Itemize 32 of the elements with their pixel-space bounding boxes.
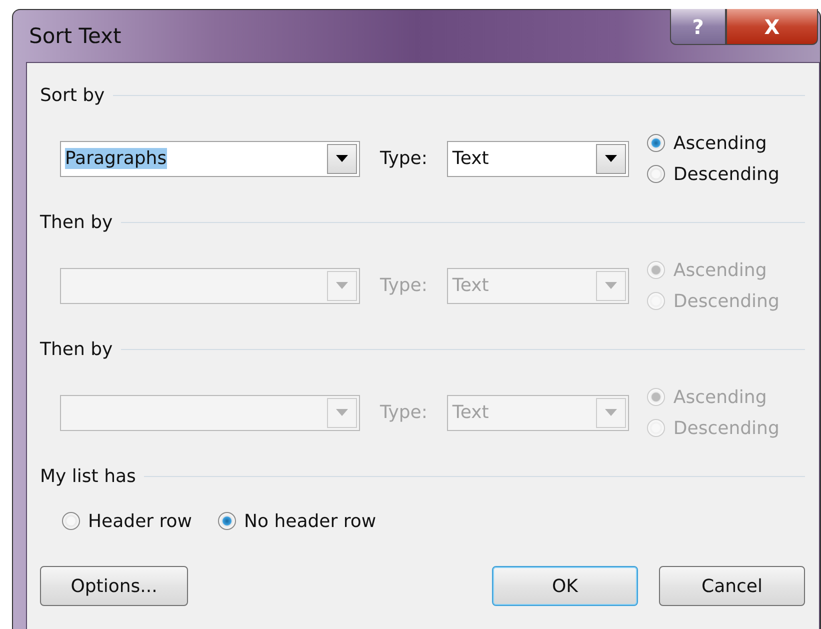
radio-label: Descending xyxy=(673,164,780,184)
dialog-button[interactable]: OK xyxy=(492,566,638,606)
section-heading: Then by xyxy=(40,212,113,232)
type-label: Type: xyxy=(380,275,428,296)
radio-label: Ascending xyxy=(673,386,767,408)
section-heading: My list has xyxy=(40,466,136,486)
radio-button[interactable] xyxy=(647,165,666,183)
radio-label: Ascending xyxy=(673,132,767,154)
sort-field-dropdown[interactable]: Paragraphs xyxy=(60,140,360,176)
section-heading: Sort by xyxy=(40,84,105,106)
radio-button[interactable] xyxy=(62,512,80,530)
radio-button[interactable] xyxy=(647,134,666,152)
radio-label: No header row xyxy=(244,510,376,532)
radio-label: Descending xyxy=(673,418,780,438)
type-label: Type: xyxy=(380,148,428,169)
section-heading: Then by xyxy=(40,338,113,360)
window-title: Sort Text xyxy=(29,24,122,48)
caret-down-icon xyxy=(336,155,348,162)
radio-label: Header row xyxy=(88,510,192,532)
caret-down-icon xyxy=(605,409,618,416)
type-label: Type: xyxy=(380,402,428,423)
dialog-button[interactable]: Options... xyxy=(40,566,188,606)
radio-button[interactable] xyxy=(218,512,236,530)
caret-down-icon xyxy=(336,282,348,289)
caret-down-icon xyxy=(605,282,618,289)
caret-down-icon xyxy=(336,409,348,416)
type-dropdown[interactable]: Text xyxy=(447,140,630,176)
caret-down-icon xyxy=(605,155,618,162)
radio-label: Ascending xyxy=(673,260,767,280)
radio-label: Descending xyxy=(673,290,780,312)
close-button[interactable]: X xyxy=(726,9,818,45)
dialog-button[interactable]: Cancel xyxy=(659,566,805,606)
